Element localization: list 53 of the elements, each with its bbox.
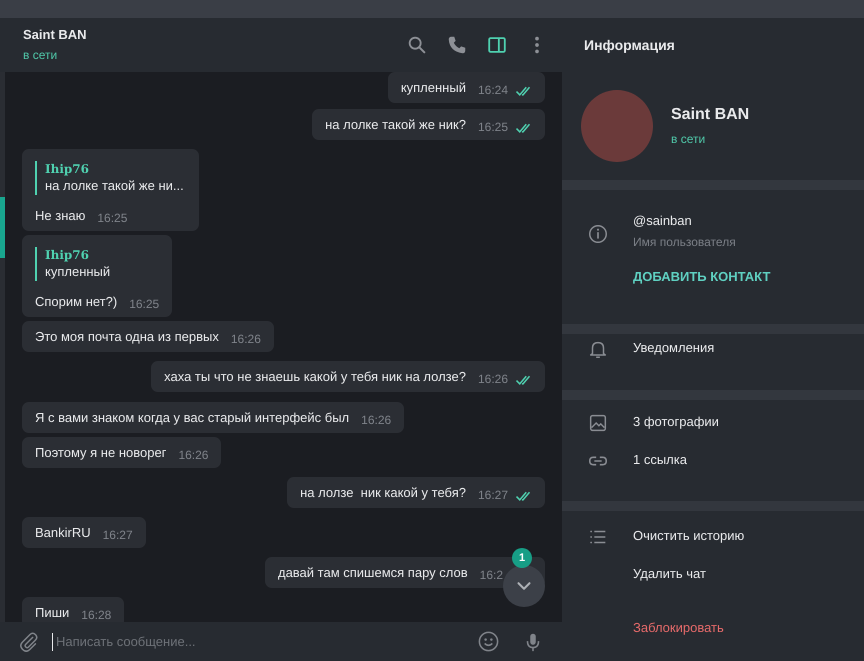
message-time: 16:28: [81, 607, 112, 622]
message-time: 16:26: [478, 371, 508, 388]
panel-title: Информация: [584, 36, 675, 55]
menu-item[interactable]: Удалить чат: [633, 564, 706, 584]
menu-item[interactable]: Заблокировать: [633, 618, 724, 638]
reply-author: Ihip76: [45, 247, 90, 263]
message-text: Я с вами знаком когда у вас старый интерфейс был: [35, 409, 350, 426]
message-text: Поэтому я не новорег: [35, 444, 166, 461]
message-text: хаха ты что не знаешь какой у тебя ник на лолзе?: [164, 368, 466, 385]
reply-text: купленный: [45, 263, 112, 281]
message-time: 16:26: [230, 331, 261, 348]
message-text: давай там спишемся пару слов: [278, 564, 468, 581]
emoji-icon[interactable]: [477, 630, 500, 653]
message-time: 16:25: [478, 119, 508, 136]
message-text: BankirRU: [35, 524, 91, 541]
add-contact-link[interactable]: ДОБАВИТЬ КОНТАКТ: [633, 268, 770, 286]
message-text: Спорим нет?): [35, 293, 118, 310]
info-icon: [587, 223, 609, 245]
message-time: 16:27: [102, 527, 133, 544]
message-text: Это моя почта одна из первых: [35, 328, 219, 345]
search-icon[interactable]: [406, 34, 428, 56]
menu-item[interactable]: 1 ссылка: [633, 450, 687, 470]
message-time: 16:25: [97, 210, 128, 227]
menu-item[interactable]: Уведомления: [633, 338, 714, 358]
reply-text: на лолке такой же ни...: [45, 177, 184, 195]
message-text: купленный: [400, 79, 466, 96]
message-composer[interactable]: Написать сообщение...: [0, 622, 562, 661]
message-text: на лолзе ник какой у тебя?: [300, 484, 466, 501]
phone-icon[interactable]: [446, 34, 468, 56]
message-time: 16:26: [361, 412, 392, 429]
image-icon: [587, 412, 609, 434]
message-time: 16:27: [478, 487, 508, 504]
message-time: 16:26: [178, 447, 208, 464]
paperclip-icon[interactable]: [18, 630, 40, 652]
profile-status: в сети: [671, 131, 706, 147]
chat-title: Saint BAN: [23, 27, 88, 43]
message-text: на лолке такой же ник?: [325, 116, 466, 133]
message-time: 16:24: [478, 82, 508, 99]
reply-author: Ihip76: [45, 161, 90, 177]
profile-name: Saint BAN: [671, 105, 750, 125]
menu-item[interactable]: Очистить историю: [633, 526, 744, 546]
sidebar-panel-icon[interactable]: [486, 34, 508, 56]
field-label: Имя пользователя: [633, 234, 737, 250]
message-time: 16:2: [480, 567, 503, 584]
chat-status: в сети: [23, 47, 58, 63]
message-time: 16:25: [129, 296, 160, 313]
username: @sainban: [633, 212, 693, 230]
message-input[interactable]: Написать сообщение...: [52, 632, 465, 650]
active-chat-indicator: [0, 197, 5, 258]
message-text: Пиши: [35, 604, 70, 621]
menu-item[interactable]: 3 фотографии: [633, 412, 719, 432]
message-text: Не знаю: [35, 207, 86, 224]
unread-count-badge: 1: [512, 548, 532, 568]
